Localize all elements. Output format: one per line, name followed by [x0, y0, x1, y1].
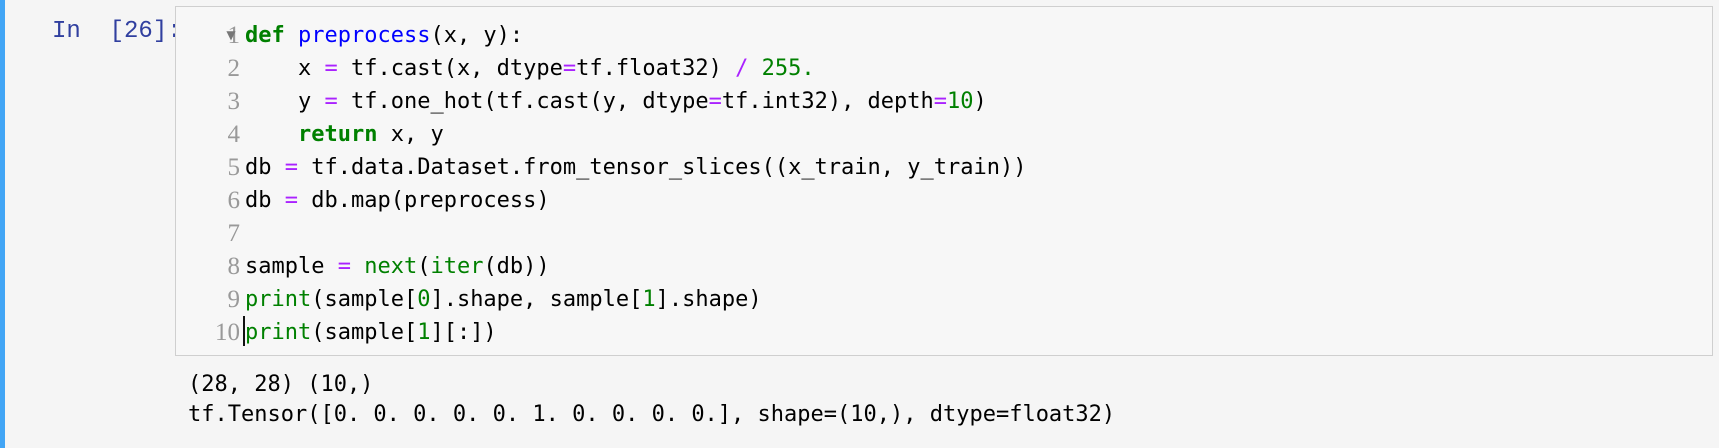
code-token: sample [245, 254, 338, 279]
code-token: print [245, 287, 312, 312]
code-token: (db)) [483, 254, 550, 279]
line-number: 3 [227, 88, 241, 115]
code-token: 10 [947, 89, 974, 114]
line-number: 1 ▼ [176, 19, 240, 52]
input-prompt: In [26]: [52, 18, 182, 45]
code-token: db.map(preprocess) [298, 188, 550, 213]
code-token: tf.cast(x, dtype [337, 56, 563, 81]
code-line[interactable]: y = tf.one_hot(tf.cast(y, dtype=tf.int32… [245, 85, 1695, 118]
notebook-code-cell[interactable]: In [26]: 1 ▼ 2 3 4 5 6 7 8 9 10 def prep… [0, 0, 1719, 448]
code-line[interactable]: db = db.map(preprocess) [245, 184, 1695, 217]
code-token: ][:]) [430, 320, 497, 345]
code-token: tf.float32) [576, 56, 736, 81]
line-number: 10 [215, 319, 240, 346]
line-number: 5 [227, 154, 241, 181]
code-token: x, y [377, 122, 444, 147]
code-token: = [337, 254, 351, 279]
code-token: preprocess [298, 23, 431, 48]
code-line[interactable]: sample = next(iter(db)) [245, 250, 1695, 283]
code-token: ( [417, 254, 431, 279]
cell-output: (28, 28) (10,) tf.Tensor([0. 0. 0. 0. 0.… [188, 370, 1688, 430]
code-token: (x, y): [430, 23, 524, 48]
code-token: 1 [642, 287, 656, 312]
code-token: (sample[ [311, 320, 418, 345]
code-token: tf.int32), depth [721, 89, 934, 114]
selected-cell-indicator [0, 0, 5, 448]
code-token: 255. [761, 56, 815, 81]
code-token: ].shape, sample[ [430, 287, 643, 312]
text-cursor [243, 316, 245, 346]
code-token: x [245, 56, 325, 81]
code-token: ) [973, 89, 987, 114]
code-token: return [297, 122, 378, 147]
code-token: = [324, 89, 338, 114]
output-line: (28, 28) (10,) [188, 372, 374, 397]
code-token: (sample[ [311, 287, 418, 312]
code-line[interactable]: x = tf.cast(x, dtype=tf.float32) / 255. [245, 52, 1695, 85]
code-token: / [735, 56, 749, 81]
code-token: = [933, 89, 948, 114]
code-token: print [245, 320, 312, 345]
code-token: iter [430, 254, 484, 279]
code-token: = [284, 155, 298, 180]
fold-arrow-down-icon[interactable]: ▼ [225, 19, 237, 52]
code-editor[interactable]: 1 ▼ 2 3 4 5 6 7 8 9 10 def preprocess(x,… [175, 6, 1713, 356]
code-token: = [284, 188, 298, 213]
code-line[interactable] [245, 217, 1695, 250]
line-number: 2 [227, 55, 241, 82]
code-token: tf.data.Dataset.from_tensor_slices((x_tr… [298, 155, 1027, 180]
output-line: tf.Tensor([0. 0. 0. 0. 0. 1. 0. 0. 0. 0.… [188, 402, 1116, 427]
code-token: = [562, 56, 577, 81]
line-number-gutter: 1 ▼ 2 3 4 5 6 7 8 9 10 [176, 19, 240, 349]
code-token: = [324, 56, 338, 81]
code-line[interactable]: def preprocess(x, y): [245, 19, 1695, 52]
code-token: y [245, 89, 325, 114]
code-area[interactable]: def preprocess(x, y): x = tf.cast(x, dty… [245, 19, 1695, 349]
line-number: 9 [227, 286, 241, 313]
line-number: 8 [227, 253, 241, 280]
code-line[interactable]: print(sample[1][:]) [245, 316, 1695, 349]
code-line[interactable]: return x, y [245, 118, 1695, 151]
code-token: 0 [417, 287, 431, 312]
code-token: db [245, 188, 285, 213]
code-token: tf.one_hot(tf.cast(y, dtype [337, 89, 709, 114]
code-line[interactable]: db = tf.data.Dataset.from_tensor_slices(… [245, 151, 1695, 184]
line-number: 6 [227, 187, 241, 214]
code-token: def [245, 23, 285, 48]
code-token: = [708, 89, 722, 114]
code-token: 1 [417, 320, 431, 345]
code-token: ].shape) [655, 287, 762, 312]
line-number: 4 [227, 121, 241, 148]
code-line[interactable]: print(sample[0].shape, sample[1].shape) [245, 283, 1695, 316]
line-number: 7 [227, 220, 241, 247]
code-token: next [364, 254, 418, 279]
code-token: db [245, 155, 285, 180]
